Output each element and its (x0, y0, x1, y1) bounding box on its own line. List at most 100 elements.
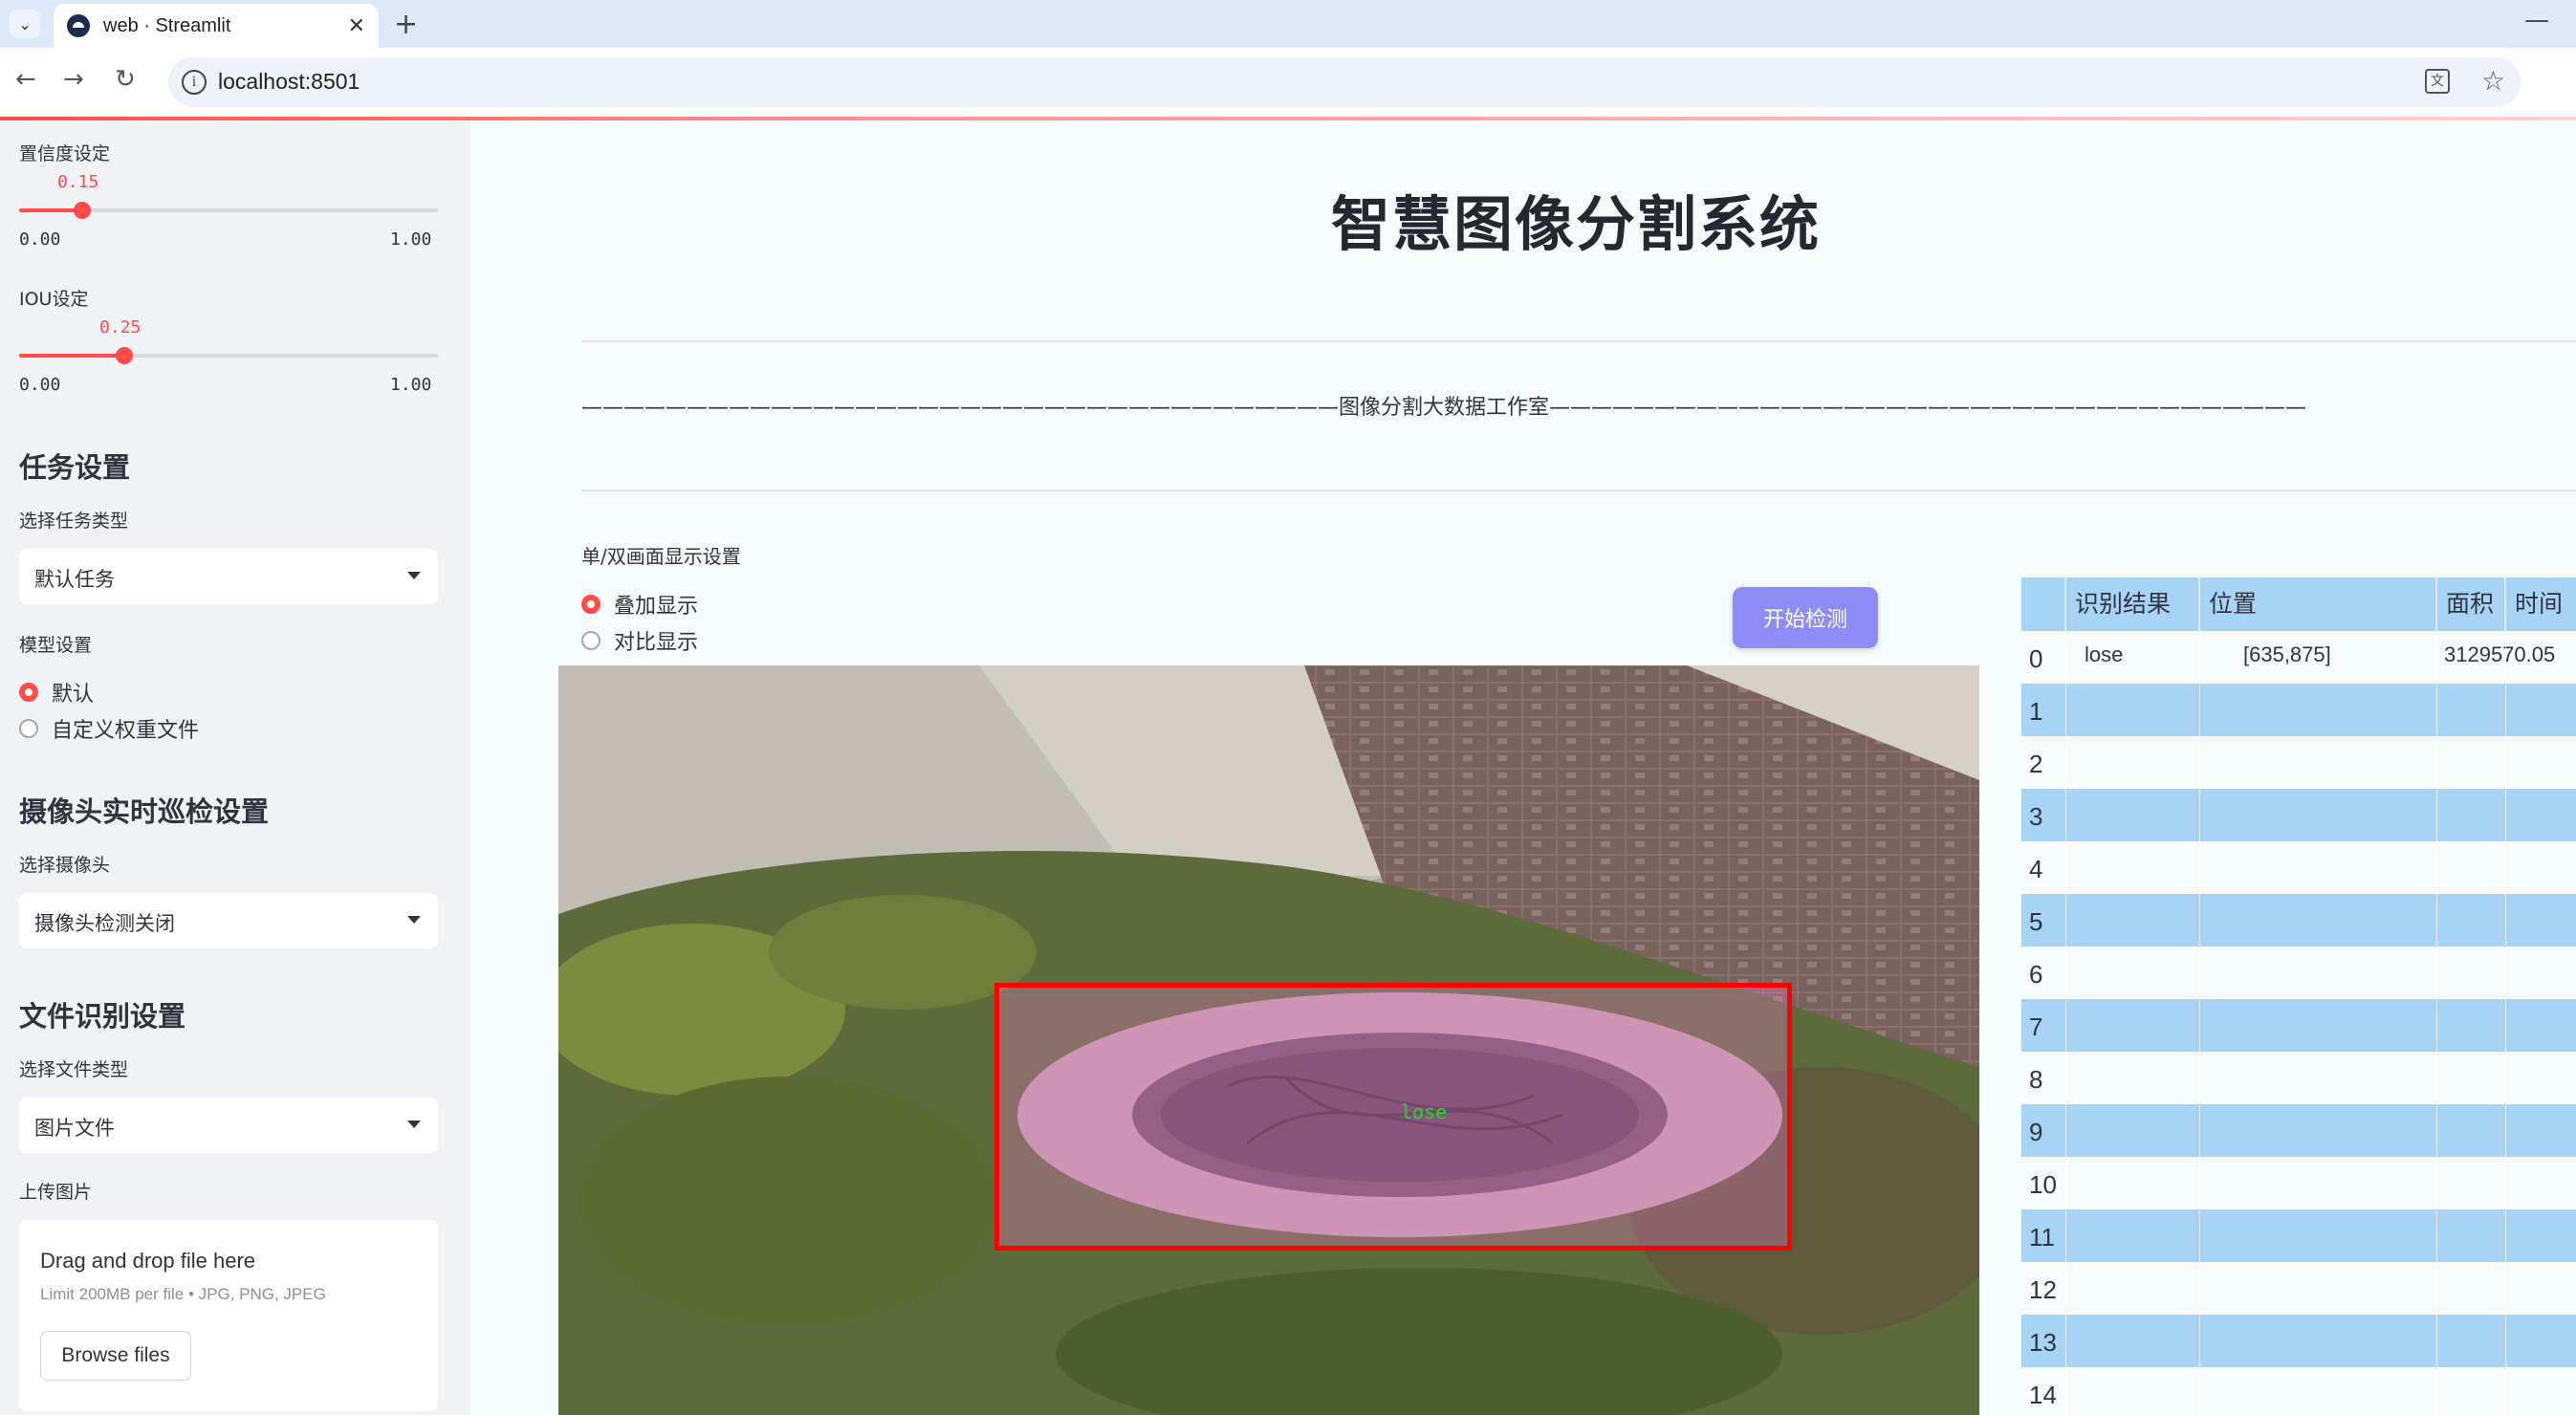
tab-title: web · Streamlit (103, 14, 231, 36)
display-option-label: 叠加显示 (614, 595, 699, 619)
sidebar: 置信度设定 0.15 0.00 1.00 IOU设定 0.25 0.00 1.0… (0, 120, 470, 1415)
table-row[interactable]: 4 (2021, 841, 2576, 894)
camera-select-label: 选择摄像头 (19, 855, 111, 876)
table-column-divider (2505, 577, 2506, 1415)
confidence-slider-thumb[interactable] (73, 202, 91, 219)
tab-search-chevron-icon[interactable]: ⌄ (10, 10, 40, 38)
file-type-label: 选择文件类型 (19, 1059, 129, 1080)
radio-unselected-icon[interactable] (19, 719, 38, 738)
table-row[interactable]: 1 (2021, 684, 2576, 736)
cell-result: lose (2085, 642, 2124, 666)
row-index: 13 (2029, 1328, 2057, 1357)
translate-icon[interactable]: 文 (2425, 69, 2450, 94)
start-detection-button[interactable]: 开始检测 (1733, 587, 1878, 648)
back-arrow-icon[interactable]: ← (15, 65, 36, 94)
confidence-max: 1.00 (390, 229, 432, 250)
camera-settings-heading: 摄像头实时巡检设置 (19, 795, 270, 828)
task-type-select[interactable]: 默认任务 (19, 549, 438, 604)
table-row[interactable]: 10 (2021, 1157, 2576, 1209)
confidence-min: 0.00 (19, 229, 61, 250)
radio-unselected-icon[interactable] (581, 631, 600, 650)
row-index: 0 (2029, 644, 2043, 673)
table-row[interactable]: 14 (2021, 1367, 2576, 1415)
iou-slider-thumb[interactable] (115, 347, 133, 364)
table-header-index (2021, 577, 2065, 631)
dropzone-title: Drag and drop file here (40, 1249, 256, 1273)
file-dropzone[interactable]: Drag and drop file here Limit 200MB per … (19, 1220, 438, 1411)
dropzone-limit: Limit 200MB per file • JPG, PNG, JPEG (40, 1285, 326, 1303)
iou-label: IOU设定 (19, 289, 89, 310)
row-index: 7 (2029, 1012, 2043, 1041)
file-type-value: 图片文件 (34, 1117, 115, 1140)
site-info-icon[interactable]: i (182, 70, 207, 95)
confidence-value: 0.15 (57, 172, 99, 192)
radio-selected-icon[interactable] (581, 595, 600, 614)
cell-area: 3129570.05 (2444, 642, 2556, 666)
table-row[interactable]: 11 (2021, 1209, 2576, 1262)
reload-icon[interactable]: ↻ (115, 65, 136, 94)
table-row[interactable]: 12 (2021, 1262, 2576, 1315)
close-tab-icon[interactable]: ✕ (348, 14, 365, 38)
chevron-down-icon (407, 1121, 421, 1128)
row-index: 3 (2029, 802, 2043, 831)
file-settings-heading: 文件识别设置 (19, 1000, 186, 1033)
table-row[interactable]: 8 (2021, 1052, 2576, 1104)
table-row[interactable]: 6 (2021, 947, 2576, 999)
banner-text: ————————————————————————————————————图像分割… (581, 396, 2307, 420)
address-bar: ← → ↻ i localhost:8501 文 ☆ (0, 48, 2576, 119)
browse-files-button[interactable]: Browse files (40, 1331, 191, 1381)
display-option-compare[interactable]: 对比显示 (581, 625, 698, 656)
task-settings-heading: 任务设置 (19, 451, 131, 484)
table-row[interactable]: 13 (2021, 1315, 2576, 1367)
row-index: 14 (2029, 1381, 2057, 1409)
model-option-label: 默认 (52, 683, 95, 707)
table-column-divider (2436, 577, 2437, 1415)
camera-select-value: 摄像头检测关闭 (34, 912, 175, 935)
url-omnibox[interactable]: i localhost:8501 文 ☆ (168, 57, 2521, 107)
table-row[interactable]: 7 (2021, 999, 2576, 1052)
upload-label: 上传图片 (19, 1182, 93, 1203)
chevron-down-icon (407, 572, 421, 579)
confidence-slider-fill (19, 208, 82, 212)
table-row[interactable]: 9 (2021, 1104, 2576, 1157)
new-tab-plus-icon[interactable]: + (394, 8, 418, 41)
table-header-position[interactable]: 位置 (2199, 577, 2436, 631)
camera-select[interactable]: 摄像头检测关闭 (19, 893, 438, 948)
detection-label: lose (1401, 1100, 1448, 1123)
page-title: 智慧图像分割系统 (1331, 189, 1822, 259)
table-row[interactable]: 2 (2021, 736, 2576, 789)
table-row[interactable]: 3 (2021, 789, 2576, 841)
table-column-divider (2199, 577, 2200, 1415)
model-option-custom[interactable]: 自定义权重文件 (19, 713, 199, 744)
row-index: 8 (2029, 1065, 2043, 1094)
minimize-window-icon[interactable]: — (2524, 6, 2549, 34)
row-index: 2 (2029, 750, 2043, 778)
url-text[interactable]: localhost:8501 (218, 69, 360, 95)
detection-bounding-box: lose (994, 983, 1792, 1251)
cell-position: [635,875] (2243, 642, 2331, 666)
table-header-time[interactable]: 时间 (2505, 577, 2576, 631)
radio-selected-icon[interactable] (19, 683, 38, 702)
table-header-area[interactable]: 面积 (2436, 577, 2505, 631)
browser-tab[interactable]: web · Streamlit ✕ (54, 4, 379, 48)
chevron-down-icon (407, 916, 421, 924)
file-type-select[interactable]: 图片文件 (19, 1098, 438, 1153)
forward-arrow-icon[interactable]: → (63, 65, 84, 94)
browser-tab-bar: ⌄ web · Streamlit ✕ + — (0, 0, 2576, 48)
bookmark-star-icon[interactable]: ☆ (2481, 65, 2505, 97)
table-row[interactable]: 0 lose [635,875] 3129570.05 (2021, 631, 2576, 684)
display-option-label: 对比显示 (614, 631, 699, 655)
model-option-label: 自定义权重文件 (52, 719, 200, 743)
iou-slider[interactable] (19, 347, 438, 364)
results-table[interactable]: 识别结果 位置 面积 时间 0 lose [635,875] 3129570.05 1 2… (2021, 577, 2576, 1415)
confidence-slider[interactable] (19, 202, 438, 219)
model-option-default[interactable]: 默认 (19, 677, 94, 708)
display-option-overlay[interactable]: 叠加显示 (581, 589, 698, 620)
row-index: 10 (2029, 1170, 2057, 1199)
table-row[interactable]: 5 (2021, 894, 2576, 947)
table-header-result[interactable]: 识别结果 (2065, 577, 2199, 631)
iou-slider-fill (19, 354, 124, 358)
iou-min: 0.00 (19, 375, 61, 395)
row-index: 11 (2029, 1223, 2055, 1252)
divider (581, 490, 2576, 491)
